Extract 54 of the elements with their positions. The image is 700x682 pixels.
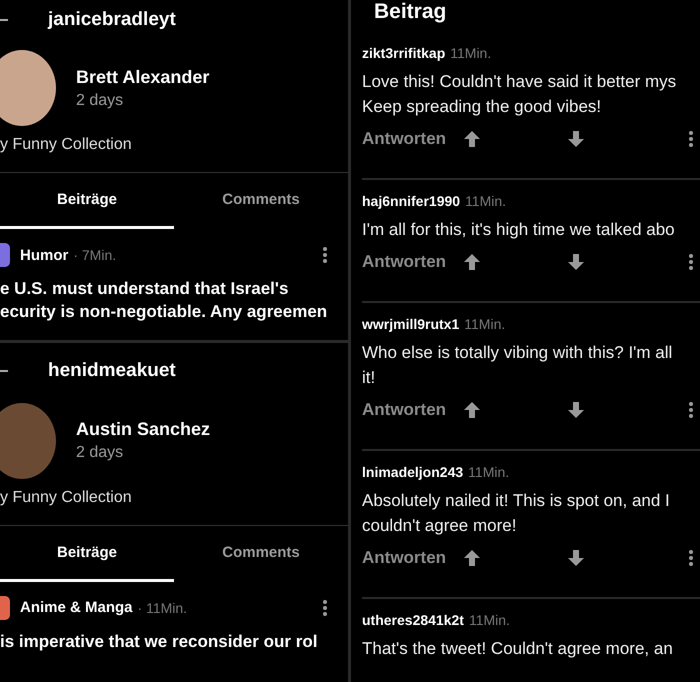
upvote-arrow-icon[interactable] <box>464 550 480 566</box>
downvote-arrow-icon[interactable] <box>568 131 584 147</box>
tab[interactable]: Comments <box>174 526 348 582</box>
page-title: Beitrag <box>374 0 448 25</box>
comment-author[interactable]: zikt3rrifitkap <box>362 45 446 61</box>
more-options-icon[interactable] <box>322 246 328 264</box>
comment-text: Who else is totally vibing with this? I'm all it! <box>362 342 674 389</box>
downvote-arrow-icon[interactable] <box>568 402 584 418</box>
comment-time: 11Min. <box>468 612 510 628</box>
community-icon[interactable] <box>0 596 10 620</box>
reply-button[interactable]: Antworten <box>362 400 446 420</box>
username: henidmeakuet <box>48 360 176 382</box>
username: janicebradleyt <box>48 9 176 31</box>
more-options-icon[interactable] <box>688 401 694 419</box>
comment-text: That's the tweet! Couldn't agree more, an <box>362 638 674 660</box>
display-name: Brett Alexander <box>76 66 210 88</box>
upvote-arrow-icon[interactable] <box>464 402 480 418</box>
community-name[interactable]: Anime & Manga <box>20 599 133 616</box>
comment-author[interactable]: utheres2841k2t <box>362 612 464 628</box>
bio-text: y Funny Collection <box>0 488 348 526</box>
more-options-icon[interactable] <box>688 253 694 271</box>
comment-time: 11Min. <box>464 316 506 332</box>
post-text: is imperative that we reconsider our rol <box>0 630 318 652</box>
comment-time: 11Min. <box>450 45 492 61</box>
comment-time: 11Min. <box>465 193 506 209</box>
post-time: · 7Min. <box>73 247 116 263</box>
post-time: · 11Min. <box>138 600 188 616</box>
downvote-arrow-icon[interactable] <box>568 550 584 566</box>
more-options-icon[interactable] <box>688 130 694 148</box>
upvote-arrow-icon[interactable] <box>464 131 480 147</box>
comment-author[interactable]: wwrjmill9rutx1 <box>362 316 460 332</box>
community-name[interactable]: Humor <box>20 246 68 264</box>
comment-author[interactable]: haj6nnifer1990 <box>362 193 460 209</box>
more-options-icon[interactable] <box>688 549 694 567</box>
upvote-arrow-icon[interactable] <box>464 254 480 270</box>
comment-text: Absolutely nailed it! This is spot on, and I couldn't agree more! <box>362 490 671 537</box>
reply-button[interactable]: Antworten <box>362 252 446 272</box>
account-age: 2 days <box>76 92 124 110</box>
reply-button[interactable]: Antworten <box>362 129 446 149</box>
community-icon[interactable] <box>0 243 10 267</box>
comment-author[interactable]: lnimadeljon243 <box>362 464 464 480</box>
downvote-arrow-icon[interactable] <box>568 254 584 270</box>
tab[interactable]: Beiträge <box>0 526 174 582</box>
comment-time: 11Min. <box>468 464 510 480</box>
reply-button[interactable]: Antworten <box>362 548 446 568</box>
bio-text: y Funny Collection <box>0 136 348 173</box>
tab[interactable]: Comments <box>174 173 348 229</box>
more-options-icon[interactable] <box>322 598 328 616</box>
tab[interactable]: Beiträge <box>0 173 174 229</box>
post-text: e U.S. must understand that Israel's ecurity is non-negotiable. Any agreemen <box>0 278 328 323</box>
comment-text: Love this! Couldn't have said it better mys Keep spreading the good vibes! <box>362 71 678 118</box>
display-name: Austin Sanchez <box>76 419 210 440</box>
account-age: 2 days <box>76 444 124 462</box>
comment-text: I'm all for this, it's high time we talked abo <box>362 219 676 241</box>
